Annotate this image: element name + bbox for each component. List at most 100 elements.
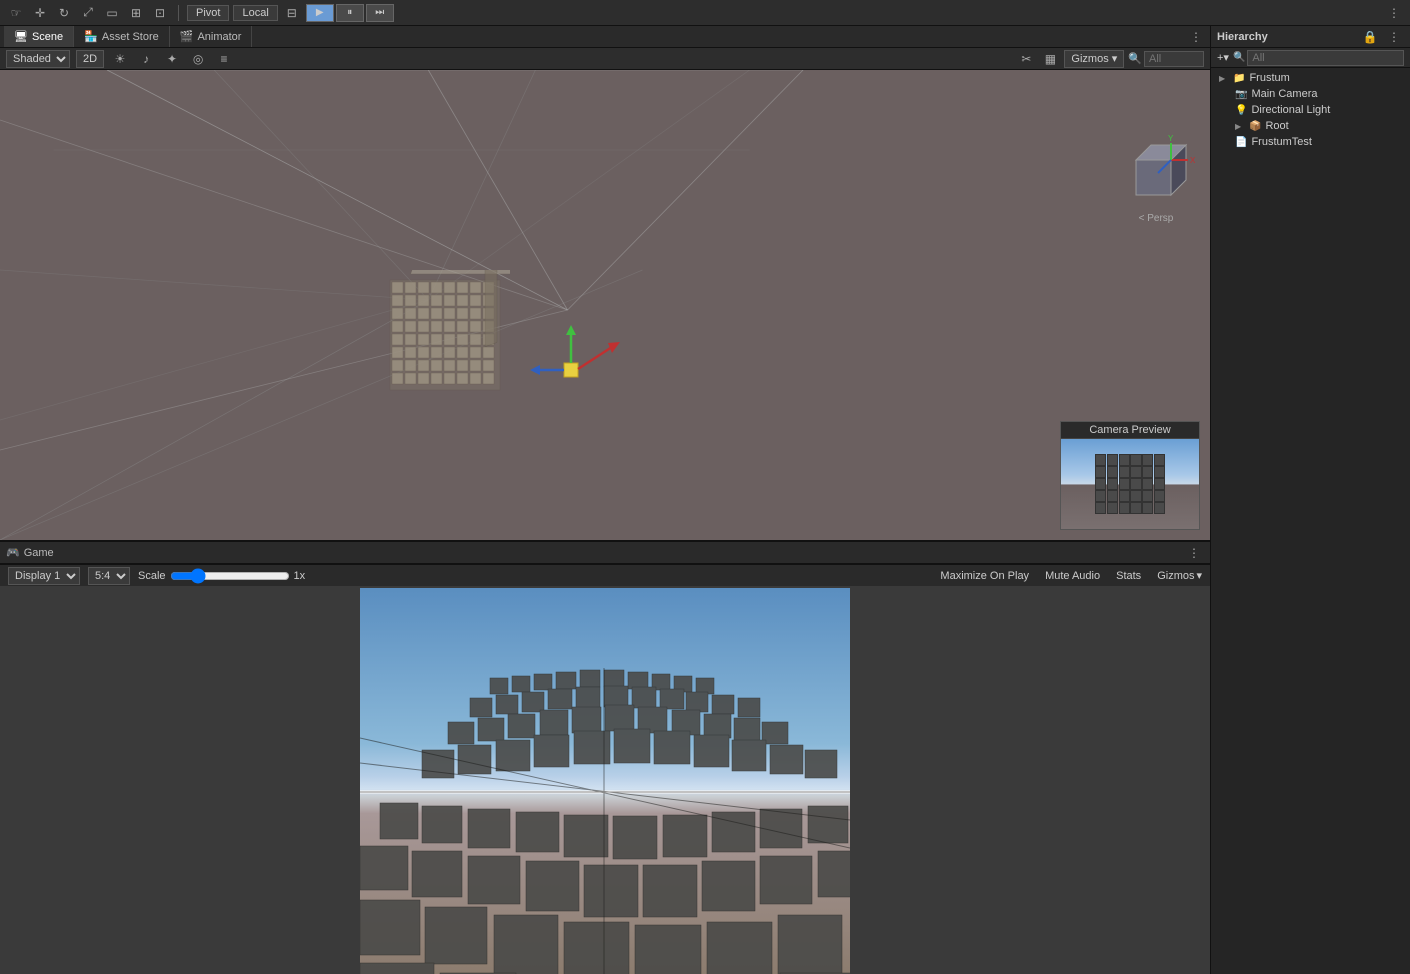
frustum-label: Frustum [1249,72,1289,84]
transform-tool-icon[interactable]: ⊞ [126,3,146,23]
game-more-icon[interactable]: ⋮ [1184,543,1204,563]
scene-toolbar: Shaded 2D ☀ ♪ ✦ ◎ ≡ ✂ ▦ Gizmos ▾ 🔍 [0,48,1210,70]
scale-control: Scale 1x [138,570,305,582]
animator-label: Animator [197,31,241,43]
game-render-svg [360,588,850,974]
mute-audio-btn[interactable]: Mute Audio [1045,570,1100,582]
camera-preview-title: Camera Preview [1061,422,1199,439]
rotate-tool-icon[interactable]: ↻ [54,3,74,23]
local-button[interactable]: Local [233,5,277,21]
display-select[interactable]: Display 1 [8,567,80,585]
step-button[interactable]: ⏭ [366,4,394,22]
tree-item-directional-light[interactable]: 💡 Directional Light [1211,102,1410,118]
transform-gizmo [530,325,630,405]
settings-icon[interactable]: ⋮ [1384,3,1404,23]
asset-store-icon: 🏪 [84,30,98,43]
game-render-area [360,588,850,974]
scene-tab-more-icon[interactable]: ⋮ [1186,27,1206,47]
game-tab-icon: 🎮 [6,546,20,559]
scene-panel: 🖥 Scene 🏪 Asset Store 🎬 Animator ⋮ Shade… [0,26,1210,974]
scene-frustum-svg [0,70,1210,540]
move-tool-icon[interactable]: ✛ [30,3,50,23]
scene-viewport[interactable]: X Y < Persp Camera Preview [0,70,1210,540]
hierarchy-header: Hierarchy 🔒 ⋮ [1211,26,1410,48]
game-options-bar: Display 1 5:4 Scale 1x Maximize On Play … [0,564,1210,586]
ratio-select[interactable]: 5:4 [88,567,130,585]
tree-item-root[interactable]: ▶ 📦 Root [1211,118,1410,134]
lighting-icon[interactable]: ☀ [110,49,130,69]
extra-tool-icon[interactable]: ⊡ [150,3,170,23]
gizmos-label: Gizmos [1071,53,1108,65]
hierarchy-search-bar: +▾ 🔍 [1211,48,1410,68]
tree-item-frustumtest[interactable]: 📄 FrustumTest [1211,134,1410,150]
scene-tab[interactable]: 🖥 Scene [4,26,74,47]
local-label: Local [242,7,268,19]
pause-button[interactable]: ⏸ [336,4,364,22]
rect-tool-icon[interactable]: ▭ [102,3,122,23]
game-viewport [0,586,1210,974]
tree-item-frustum[interactable]: ▶ 📁 Frustum [1211,70,1410,86]
cam-preview-cubes [1095,454,1165,514]
stats-icon[interactable]: ≡ [214,49,234,69]
svg-text:X: X [1190,156,1196,165]
script-icon: 📄 [1235,137,1247,148]
grid-toggle-icon[interactable]: ⊟ [282,3,302,23]
game-gizmos-label: Gizmos [1157,570,1194,582]
shading-mode-select[interactable]: Shaded [6,50,70,68]
gizmos-button[interactable]: Gizmos ▾ [1064,50,1124,68]
game-tab[interactable]: 🎮 Game [6,546,54,559]
animator-tab[interactable]: 🎬 Animator [170,26,253,47]
frustumtest-label: FrustumTest [1251,136,1312,148]
hierarchy-lock-icon[interactable]: 🔒 [1360,27,1380,47]
hierarchy-tree: ▶ 📁 Frustum 📷 Main Camera 💡 Directional … [1211,68,1410,974]
viewport-split: X Y < Persp Camera Preview [0,70,1210,974]
game-toolbar: 🎮 Game ⋮ [0,542,1210,564]
scene-tab-icon: 🖥 [14,30,28,43]
scene-tab-label: Scene [32,31,63,43]
frustum-scene-icon: 📁 [1233,73,1245,84]
audio-icon[interactable]: ♪ [136,49,156,69]
scene-search-input[interactable] [1144,51,1204,67]
nav-cube[interactable]: X Y < Persp [1116,135,1196,235]
scale-label: Scale [138,570,166,582]
root-arrow-icon: ▶ [1235,122,1245,131]
scene-toolbar-right: ✂ ▦ Gizmos ▾ 🔍 [1016,49,1204,69]
light-icon: 💡 [1235,105,1247,116]
stats-btn[interactable]: Stats [1116,570,1141,582]
asset-store-label: Asset Store [102,31,159,43]
tree-item-main-camera[interactable]: 📷 Main Camera [1211,86,1410,102]
scale-slider-input[interactable] [170,570,290,582]
hierarchy-actions: 🔒 ⋮ [1360,27,1404,47]
camera-preview: Camera Preview [1060,421,1200,530]
main-layout: 🖥 Scene 🏪 Asset Store 🎬 Animator ⋮ Shade… [0,26,1410,974]
game-tab-label: Game [24,547,54,559]
hidden-icon[interactable]: ◎ [188,49,208,69]
hierarchy-title: Hierarchy [1217,31,1268,43]
scene-tools-icon[interactable]: ✂ [1016,49,1036,69]
hierarchy-search-icon: 🔍 [1233,52,1245,63]
game-gizmos-arrow: ▾ [1196,569,1202,582]
hierarchy-more-icon[interactable]: ⋮ [1384,27,1404,47]
root-icon: 📦 [1249,121,1261,132]
game-gizmos-btn[interactable]: Gizmos ▾ [1157,569,1202,582]
scene-cube-object [380,270,510,400]
maximize-on-play-btn[interactable]: Maximize On Play [940,570,1029,582]
pivot-label: Pivot [196,7,220,19]
frustum-arrow-icon: ▶ [1219,74,1229,83]
2d-button[interactable]: 2D [76,50,104,68]
hierarchy-panel: Hierarchy 🔒 ⋮ +▾ 🔍 ▶ 📁 Frustum 📷 Main Ca… [1210,26,1410,974]
game-panel: 🎮 Game ⋮ Display 1 5:4 Scale [0,540,1210,974]
directional-light-label: Directional Light [1251,104,1330,116]
play-controls: ▶ ⏸ ⏭ [306,4,394,22]
svg-text:Y: Y [1168,135,1174,143]
asset-store-tab[interactable]: 🏪 Asset Store [74,26,170,47]
hierarchy-search-input[interactable] [1247,50,1404,66]
scale-tool-icon[interactable]: ⤢ [78,3,98,23]
hand-tool-icon[interactable]: ☞ [6,3,26,23]
play-button[interactable]: ▶ [306,4,334,22]
pivot-button[interactable]: Pivot [187,5,229,21]
gizmos-dropdown-icon: ▾ [1112,53,1118,65]
scene-layers-icon[interactable]: ▦ [1040,49,1060,69]
hierarchy-add-icon[interactable]: +▾ [1217,51,1229,64]
fx-icon[interactable]: ✦ [162,49,182,69]
